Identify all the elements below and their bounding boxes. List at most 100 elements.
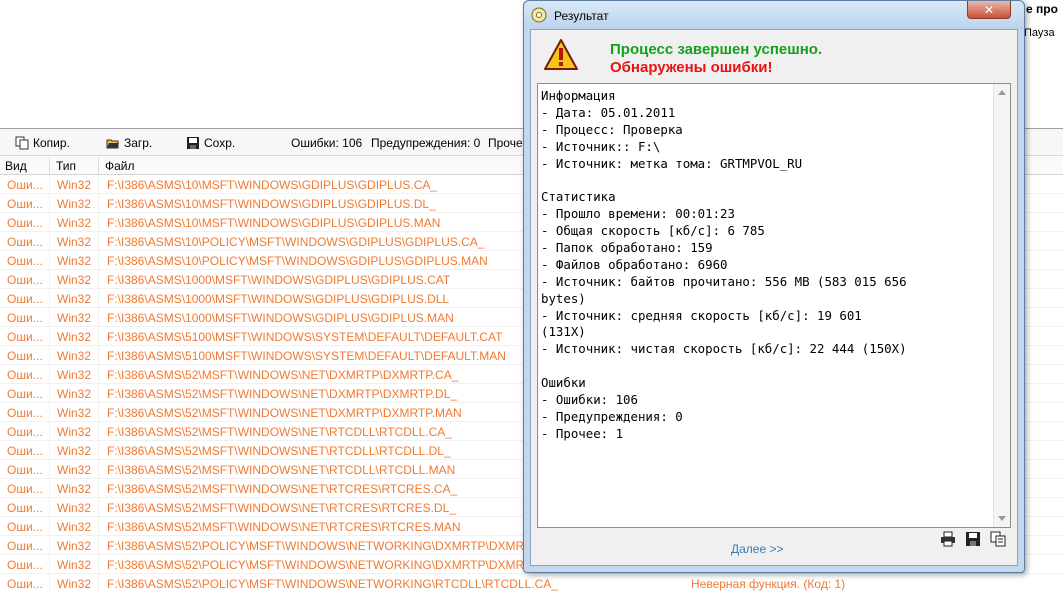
- column-divider[interactable]: [98, 157, 99, 175]
- cell-kind: Оши...: [7, 254, 43, 268]
- cell-message: Неверная функция. (Код: 1): [691, 577, 846, 591]
- cell-file: F:\I386\ASMS\52\MSFT\WINDOWS\NET\DXMRTP\…: [107, 387, 458, 401]
- report-line: (131X): [541, 324, 586, 340]
- cell-type: Win32: [57, 197, 92, 211]
- floppy-save-icon: [186, 136, 200, 150]
- cell-kind: Оши...: [7, 558, 43, 572]
- cell-file: F:\I386\ASMS\1000\MSFT\WINDOWS\GDIPLUS\G…: [107, 292, 450, 306]
- cell-type: Win32: [57, 482, 92, 496]
- cell-kind: Оши...: [7, 425, 43, 439]
- report-line: Ошибки: [541, 375, 586, 391]
- close-button[interactable]: ✕: [967, 1, 1011, 19]
- table-row[interactable]: Оши... Win32 F:\I386\ASMS\52\POLICY\MSFT\W…: [0, 574, 1063, 592]
- cell-type: Win32: [57, 406, 92, 420]
- cell-type: Win32: [57, 235, 92, 249]
- cell-file: F:\I386\ASMS\10\MSFT\WINDOWS\GDIPLUS\GDI…: [107, 197, 436, 211]
- cell-file: F:\I386\ASMS\52\MSFT\WINDOWS\NET\RTCDLL\…: [107, 463, 456, 477]
- cell-type: Win32: [57, 368, 92, 382]
- cell-kind: Оши...: [7, 330, 43, 344]
- cell-file: F:\I386\ASMS\52\MSFT\WINDOWS\NET\DXMRTP\…: [107, 406, 462, 420]
- cell-kind: Оши...: [7, 482, 43, 496]
- report-line: bytes): [541, 290, 586, 306]
- report-line: - Общая скорость [кб/с]: 6 785: [541, 223, 765, 239]
- dialog-title: Результат: [554, 9, 609, 23]
- report-line: - Источник: метка тома: GRTMPVOL_RU: [541, 155, 803, 171]
- column-header-kind[interactable]: Вид: [5, 159, 27, 173]
- cell-type: Win32: [57, 273, 92, 287]
- cell-type: Win32: [57, 178, 92, 192]
- cell-type: Win32: [57, 425, 92, 439]
- report-line: Статистика: [541, 189, 616, 205]
- cell-file: F:\I386\ASMS\10\MSFT\WINDOWS\GDIPLUS\GDI…: [107, 216, 441, 230]
- cell-kind: Оши...: [7, 539, 43, 553]
- report-line: Информация: [541, 88, 616, 103]
- cell-kind: Оши...: [7, 197, 43, 211]
- save-icon[interactable]: [965, 531, 981, 547]
- report-line: - Дата: 05.01.2011: [541, 104, 676, 120]
- pause-label[interactable]: Пауза: [1024, 27, 1055, 39]
- dialog-titlebar[interactable]: Результат ✕: [524, 1, 1024, 29]
- report-line: - Источник: средняя скорость [кб/с]: 19 …: [541, 307, 862, 323]
- cell-kind: Оши...: [7, 444, 43, 458]
- cell-kind: Оши...: [7, 368, 43, 382]
- cell-kind: Оши...: [7, 387, 43, 401]
- cell-type: Win32: [57, 311, 92, 325]
- column-divider[interactable]: [49, 157, 50, 175]
- cell-type: Win32: [57, 216, 92, 230]
- cell-file: F:\I386\ASMS\52\MSFT\WINDOWS\NET\RTCRES\…: [107, 482, 458, 496]
- cell-kind: Оши...: [7, 406, 43, 420]
- warnings-count: Предупреждения: 0: [371, 136, 481, 150]
- column-header-file[interactable]: Файл: [105, 159, 135, 173]
- column-header-type[interactable]: Тип: [56, 159, 76, 173]
- cell-type: Win32: [57, 387, 92, 401]
- cell-type: Win32: [57, 330, 92, 344]
- cell-type: Win32: [57, 463, 92, 477]
- cell-file: F:\I386\ASMS\52\POLICY\MSFT\WINDOWS\NETW…: [107, 577, 558, 591]
- cell-type: Win32: [57, 577, 92, 591]
- save-button-label: Сохр.: [204, 136, 236, 150]
- copy-icon[interactable]: [990, 531, 1006, 547]
- result-dialog: Результат ✕ Процесс завершен успешно. Об…: [523, 0, 1025, 573]
- other-count: Проче: [488, 136, 523, 150]
- report-textarea[interactable]: Информация - Дата: 05.01.2011- Процесс: П…: [537, 83, 1011, 528]
- print-icon[interactable]: [940, 531, 956, 547]
- cell-kind: Оши...: [7, 292, 43, 306]
- cell-kind: Оши...: [7, 311, 43, 325]
- cell-type: Win32: [57, 520, 92, 534]
- copy-button-label: Копир.: [33, 136, 70, 150]
- success-message: Процесс завершен успешно.: [610, 41, 823, 58]
- report-line: [541, 358, 987, 375]
- scroll-up-icon[interactable]: [998, 90, 1006, 95]
- cell-file: F:\I386\ASMS\10\POLICY\MSFT\WINDOWS\GDIP…: [107, 254, 488, 268]
- cell-type: Win32: [57, 501, 92, 515]
- cell-type: Win32: [57, 292, 92, 306]
- save-button[interactable]: Сохр.: [186, 134, 235, 152]
- load-button-label: Загр.: [124, 136, 153, 150]
- cell-kind: Оши...: [7, 235, 43, 249]
- cell-file: F:\I386\ASMS\5100\MSFT\WINDOWS\SYSTEM\DE…: [107, 349, 506, 363]
- cell-type: Win32: [57, 254, 92, 268]
- cell-file: F:\I386\ASMS\52\MSFT\WINDOWS\NET\RTCDLL\…: [107, 444, 451, 458]
- dialog-body: Процесс завершен успешно. Обнаружены оши…: [530, 29, 1018, 566]
- main-window-title-fragment: е про: [1026, 2, 1058, 16]
- load-button[interactable]: Загр.: [106, 134, 152, 152]
- report-text: Информация - Дата: 05.01.2011- Процесс: П…: [541, 88, 987, 443]
- app-disc-icon: [531, 7, 547, 23]
- next-button[interactable]: Далее >>: [731, 542, 784, 556]
- cell-kind: Оши...: [7, 216, 43, 230]
- cell-file: F:\I386\ASMS\52\MSFT\WINDOWS\NET\RTCRES\…: [107, 501, 456, 515]
- report-line: - Прочее: 1: [541, 425, 624, 441]
- copy-button[interactable]: Копир.: [15, 134, 70, 152]
- report-scrollbar[interactable]: [993, 84, 1010, 527]
- cell-type: Win32: [57, 558, 92, 572]
- cell-type: Win32: [57, 349, 92, 363]
- cell-file: F:\I386\ASMS\52\MSFT\WINDOWS\NET\DXMRTP\…: [107, 368, 459, 382]
- scroll-down-icon[interactable]: [998, 516, 1006, 521]
- report-line: - Папок обработано: 159: [541, 240, 713, 256]
- cell-file: F:\I386\ASMS\5100\MSFT\WINDOWS\SYSTEM\DE…: [107, 330, 503, 344]
- cell-kind: Оши...: [7, 501, 43, 515]
- cell-file: F:\I386\ASMS\52\POLICY\MSFT\WINDOWS\NETW…: [107, 558, 540, 572]
- report-line: - Источник:: F:\: [541, 138, 661, 154]
- cell-file: F:\I386\ASMS\52\POLICY\MSFT\WINDOWS\NETW…: [107, 539, 540, 553]
- cell-kind: Оши...: [7, 520, 43, 534]
